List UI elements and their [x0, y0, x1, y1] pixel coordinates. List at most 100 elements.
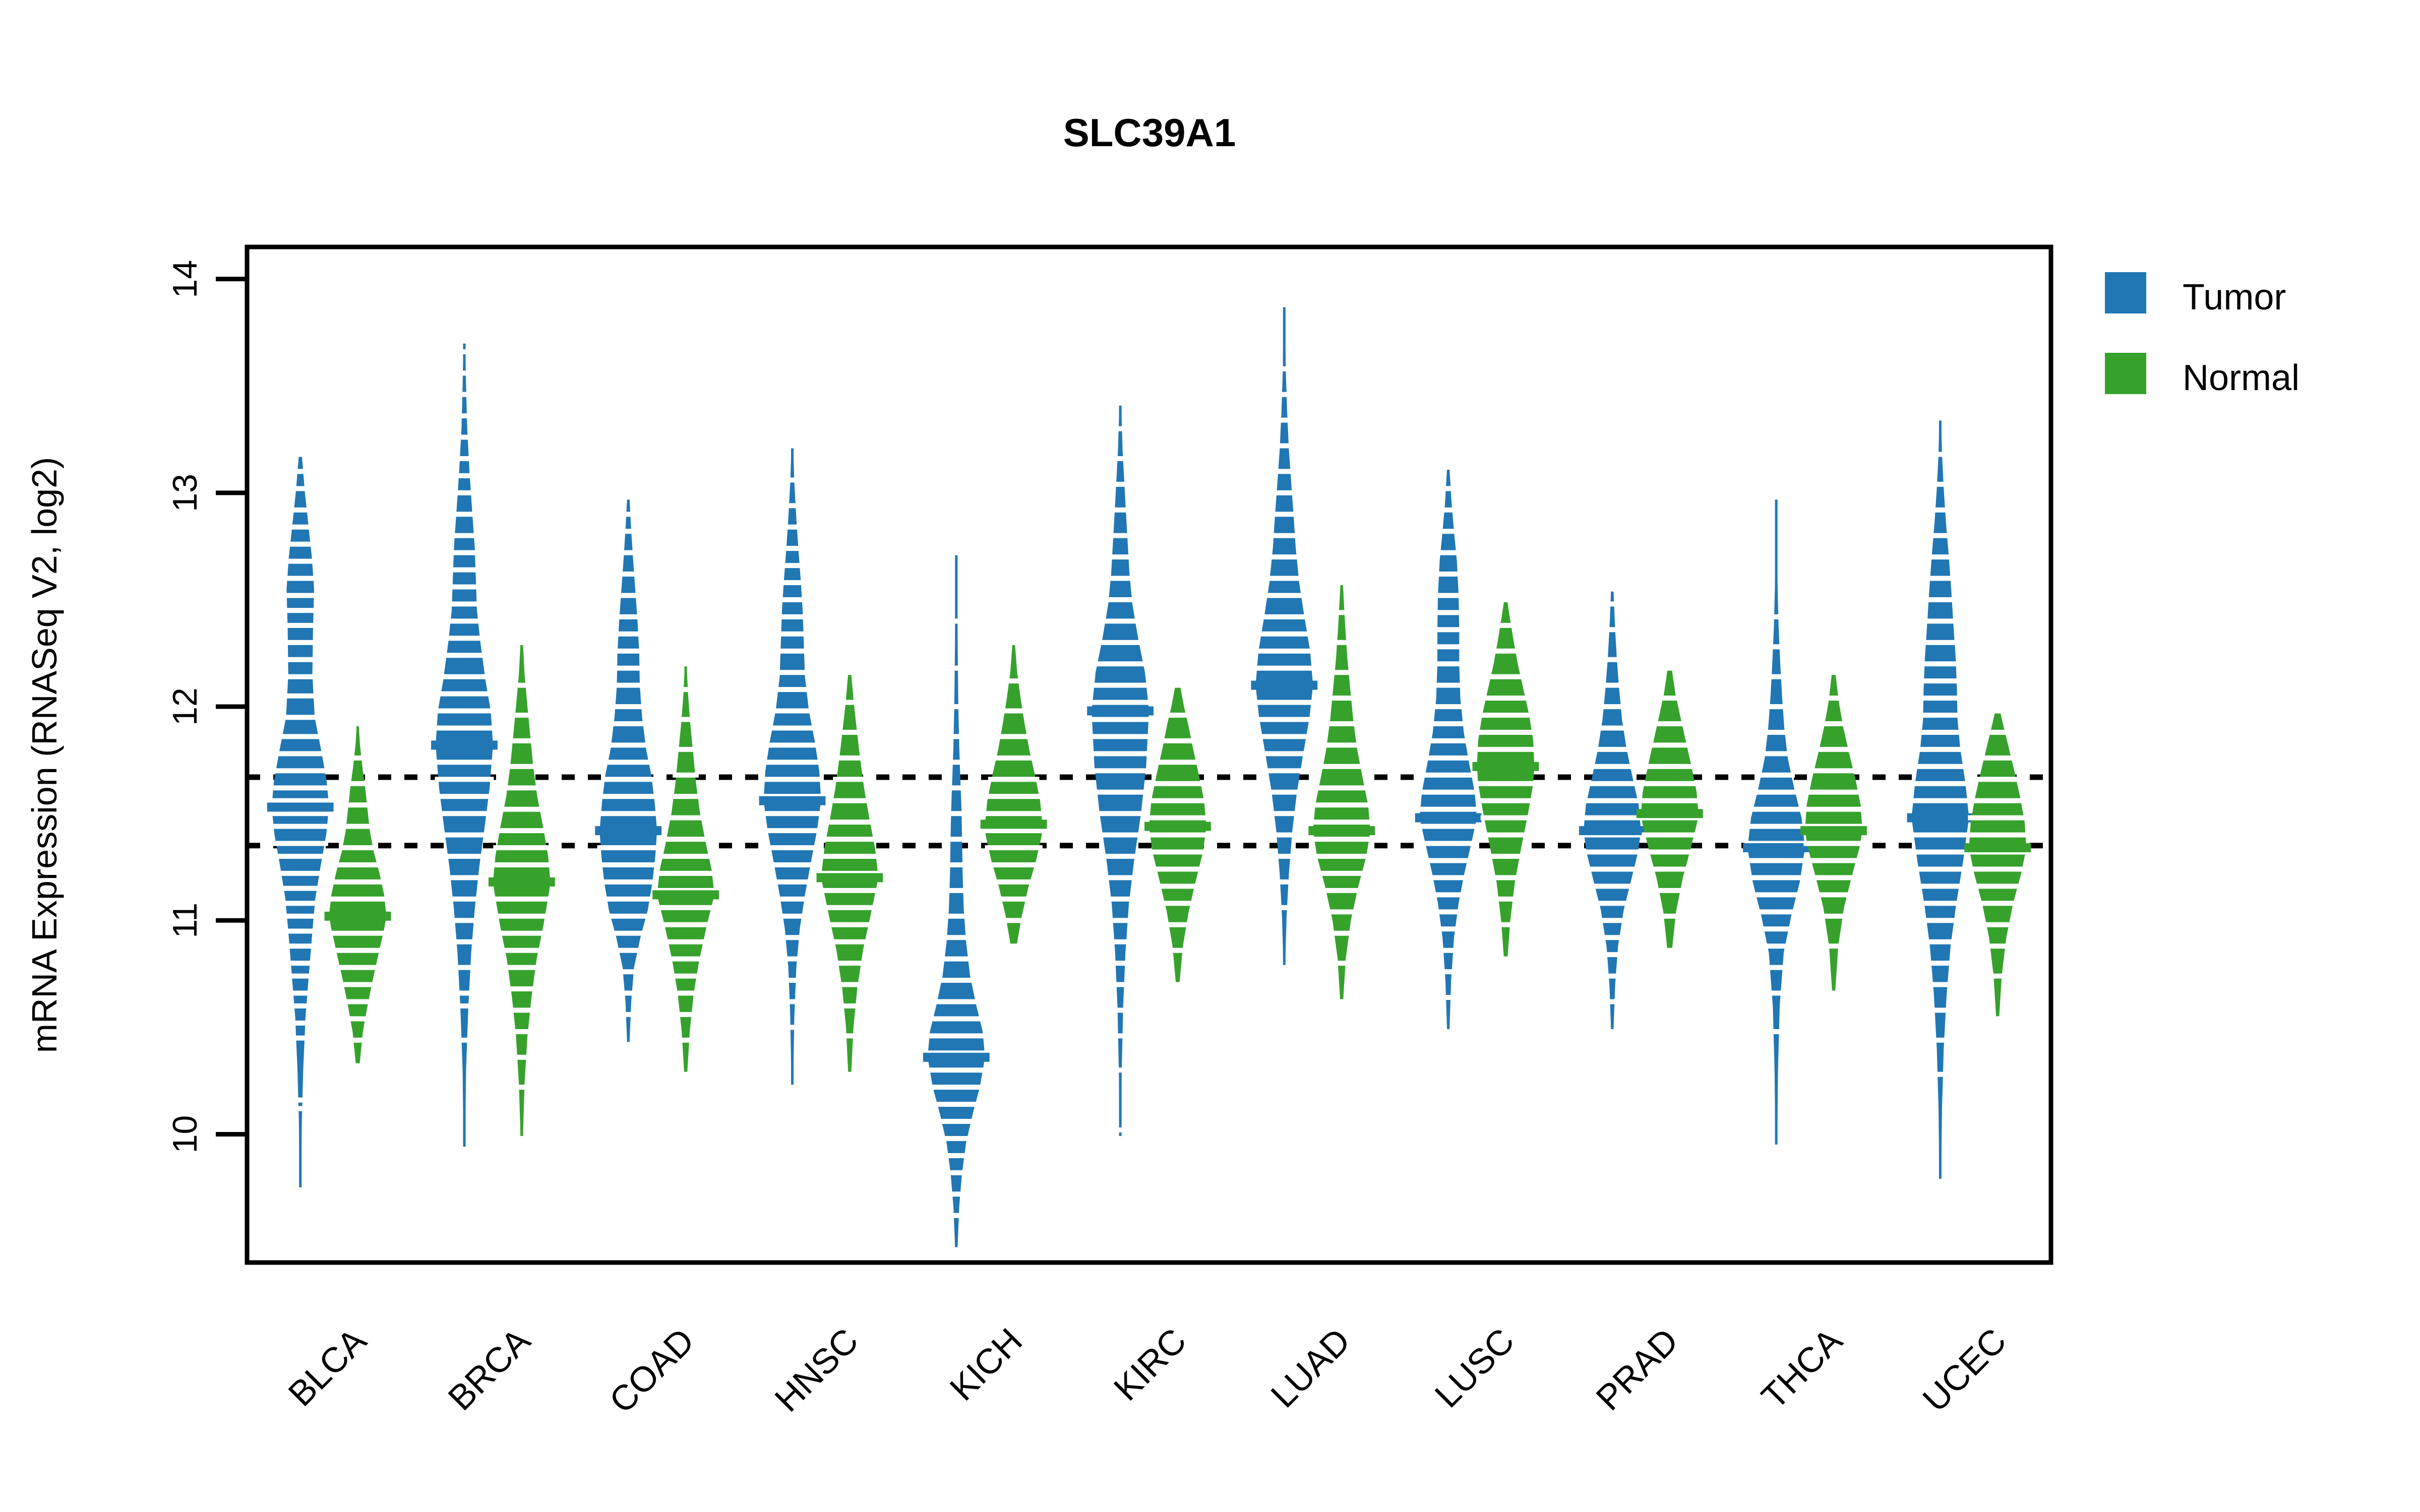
bean-observation-strip	[284, 928, 316, 934]
bean-observation-strip	[443, 653, 486, 658]
bean-observation-strip	[1591, 764, 1634, 769]
bean-observation-strip	[1098, 640, 1143, 645]
bean-observation-strip	[501, 948, 542, 953]
bean-observation-strip	[947, 811, 965, 816]
bean-observation-strip	[1165, 922, 1190, 927]
bean-observation-strip	[946, 888, 967, 893]
bean-observation-strip	[1931, 507, 1949, 513]
bean-observation-strip	[439, 811, 490, 816]
bean-observation-strip	[681, 661, 690, 667]
legend-swatch-tumor	[2105, 272, 2146, 313]
bean-observation-strip	[1172, 982, 1183, 987]
bean-observation-strip	[504, 785, 540, 791]
bean-observation-strip	[1435, 572, 1461, 577]
bean-observation-strip	[777, 648, 808, 654]
bean-observation-strip	[1920, 901, 1960, 906]
bean-observation-strip	[761, 777, 823, 782]
bean-observation-strip	[831, 939, 869, 944]
bean-observation-strip	[1272, 512, 1297, 517]
bean-observation-strip	[495, 913, 549, 919]
bean-observation-strip	[512, 1029, 532, 1034]
bean-observation-strip	[284, 640, 317, 645]
bean-observation-strip	[340, 982, 376, 987]
bean-observation-strip	[1496, 622, 1515, 628]
bean-observation-strip	[1766, 704, 1787, 710]
bean-observation-strip	[1439, 948, 1457, 953]
bean-observation-strip	[1914, 764, 1967, 769]
bean-observation-strip	[334, 862, 381, 867]
bean-observation-strip	[288, 524, 313, 530]
bean-observation-strip	[1330, 930, 1353, 936]
bean-observation-strip	[1418, 789, 1478, 795]
bean-observation-strip	[450, 550, 478, 555]
bean-observation-strip	[842, 700, 858, 705]
bean-observation-strip	[1664, 665, 1675, 671]
bean-observation-strip	[780, 580, 805, 585]
bean-observation-strip	[346, 1016, 369, 1022]
bean-observation-strip	[1113, 982, 1128, 987]
bean-observation-strip	[1432, 892, 1464, 898]
bean-observation-strip	[619, 572, 638, 577]
bean-observation-strip	[1434, 610, 1463, 615]
bean-observation-strip	[456, 456, 472, 461]
bean-observation-strip	[1156, 760, 1200, 765]
bean-observation-strip	[1764, 730, 1789, 735]
bean-observation-strip	[1805, 789, 1862, 795]
bean-observation-strip	[1099, 832, 1141, 838]
bean-observation-strip	[615, 948, 641, 953]
bean-observation-strip	[1770, 1029, 1783, 1034]
bean-observation-strip	[1003, 918, 1025, 923]
bean-observation-strip	[598, 862, 658, 867]
bean-observation-strip	[1323, 742, 1360, 748]
bean-observation-strip	[1923, 918, 1958, 923]
bean-observation-strip	[1275, 854, 1294, 859]
bean-observation-strip	[1912, 849, 1968, 855]
bean-observation-strip	[283, 576, 317, 581]
bean-observation-strip	[1337, 580, 1347, 585]
bean-observation-strip	[1992, 1016, 2003, 1022]
bean-observation-strip	[1146, 815, 1209, 821]
bean-observation-strip	[1114, 456, 1127, 461]
bean-observation-strip	[1600, 704, 1624, 710]
bean-observation-strip	[840, 1003, 859, 1009]
bean-observation-strip	[1966, 832, 2029, 838]
bean-observation-strip	[283, 693, 317, 699]
bean-observation-strip	[1975, 777, 2020, 782]
bean-observation-strip	[820, 888, 879, 893]
bean-observation-strip	[350, 1037, 366, 1043]
bean-observation-strip	[272, 841, 328, 846]
bean-median-line	[1472, 762, 1539, 771]
bean-observation-strip	[1642, 832, 1698, 838]
bean-observation-strip	[1432, 704, 1465, 710]
bean-observation-strip	[1108, 554, 1132, 560]
bean-observation-strip	[620, 550, 636, 555]
bean-observation-strip	[269, 811, 332, 816]
bean-observation-strip	[277, 870, 323, 876]
bean-observation-strip	[1009, 640, 1018, 645]
bean-observation-strip	[434, 708, 495, 714]
bean-median-line	[1087, 706, 1154, 716]
bean-observation-strip	[296, 1187, 305, 1192]
bean-observation-strip	[785, 978, 800, 983]
bean-observation-strip	[455, 473, 473, 478]
bean-observation-strip	[1439, 529, 1458, 534]
y-axis-tick-label: 12	[166, 687, 204, 726]
bean-observation-strip	[352, 1063, 363, 1068]
bean-observation-strip	[1825, 696, 1842, 701]
bean-observation-strip	[350, 755, 365, 761]
bean-observation-strip	[1161, 901, 1194, 906]
bean-observation-strip	[950, 704, 962, 710]
bean-observation-strip	[1311, 802, 1372, 808]
bean-observation-strip	[456, 990, 473, 996]
bean-observation-strip	[1646, 849, 1693, 855]
bean-observation-strip	[989, 862, 1039, 867]
bean-observation-strip	[1482, 696, 1529, 701]
bean-observation-strip	[1102, 854, 1138, 859]
bean-observation-strip	[280, 886, 321, 891]
bean-observation-strip	[283, 593, 318, 598]
bean-observation-strip	[655, 870, 716, 876]
bean-median-line	[816, 873, 883, 883]
bean-observation-strip	[1116, 1136, 1125, 1141]
bean-observation-strip	[820, 854, 880, 859]
bean-observation-strip	[1659, 696, 1680, 701]
